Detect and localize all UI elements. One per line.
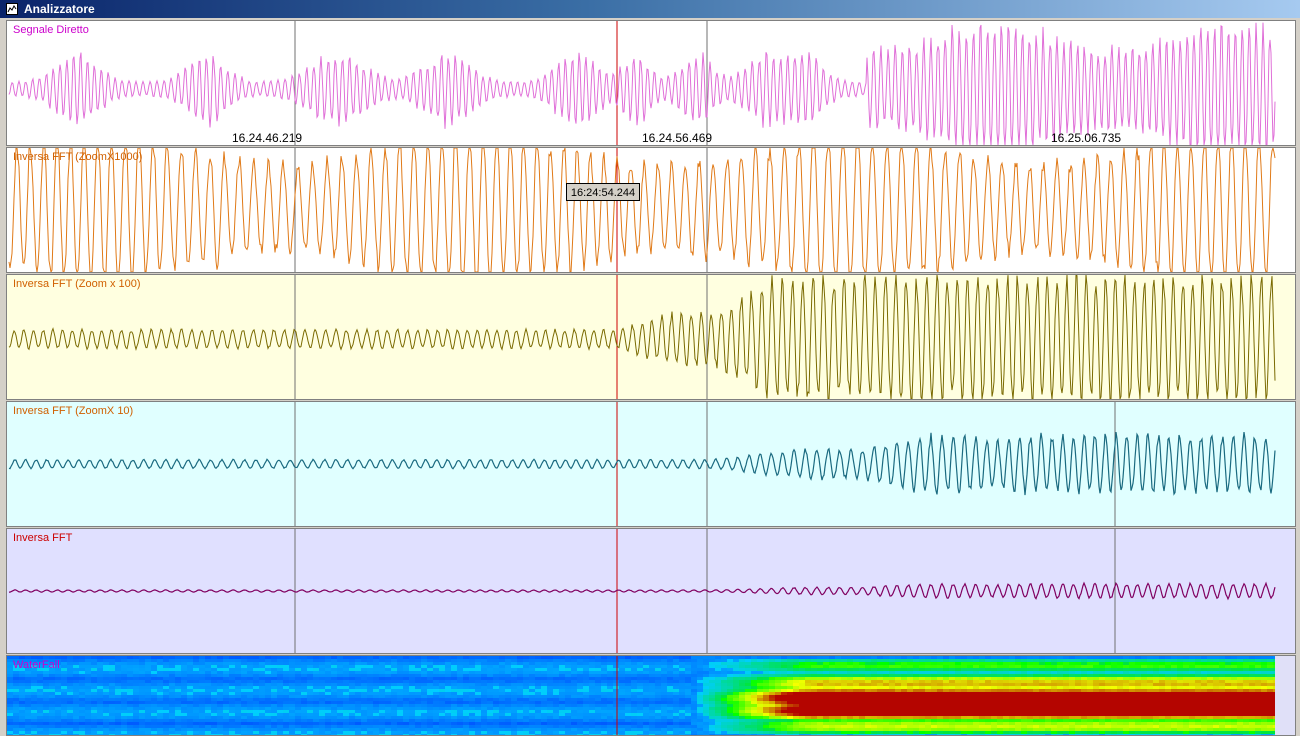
timestamp-2: 16.24.56.469: [642, 131, 713, 145]
fft-trace: [9, 529, 1276, 653]
signal-trace: [8, 21, 1276, 145]
panel-fft[interactable]: Inversa FFT: [6, 528, 1296, 654]
panel-fft10[interactable]: Inversa FFT (ZoomX 10): [6, 401, 1296, 527]
panel-label-waterfall: WaterFall: [13, 659, 60, 671]
fft10-trace: [8, 402, 1276, 526]
panel-signal[interactable]: Segnale Diretto 16.24.46.219 16.24.56.46…: [6, 20, 1296, 146]
cursor-time-tooltip: 16:24:54.244: [566, 183, 640, 201]
panel-fft1000[interactable]: Inversa FFT (ZoomX1000): [6, 147, 1296, 273]
panel-label-signal: Segnale Diretto: [13, 24, 89, 36]
panel-label-fft10: Inversa FFT (ZoomX 10): [13, 405, 134, 417]
timestamp-3: 16.25.06.735: [1051, 131, 1122, 145]
title-bar[interactable]: Analizzatore: [0, 0, 1300, 18]
chart-window-icon: [6, 3, 18, 15]
timestamp-1: 16.24.46.219: [232, 131, 303, 145]
panel-label-fft100: Inversa FFT (Zoom x 100): [13, 278, 141, 290]
fft1000-trace: [8, 148, 1276, 272]
panel-label-fft1000: Inversa FFT (ZoomX1000): [13, 151, 143, 163]
fft100-trace: [8, 275, 1276, 399]
panel-waterfall[interactable]: WaterFall: [6, 655, 1296, 736]
waterfall-image: [7, 656, 1295, 735]
panel-label-fft: Inversa FFT: [13, 532, 73, 544]
panel-fft100[interactable]: Inversa FFT (Zoom x 100): [6, 274, 1296, 400]
window-title: Analizzatore: [24, 2, 95, 16]
